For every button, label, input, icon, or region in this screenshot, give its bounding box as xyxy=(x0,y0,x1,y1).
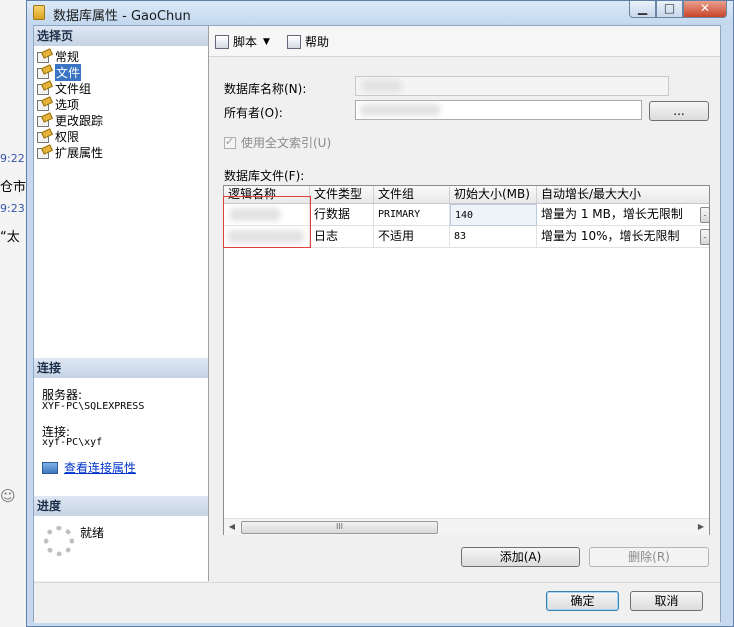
page-label: 文件组 xyxy=(55,81,92,96)
page-icon xyxy=(37,66,51,79)
database-icon xyxy=(33,5,45,20)
checkbox-box[interactable] xyxy=(224,135,236,149)
maximize-button[interactable]: □ xyxy=(656,1,683,18)
autogrowth-edit-button[interactable]: . xyxy=(700,207,709,223)
autogrowth-value: 增量为 1 MB，增长无限制 xyxy=(541,207,683,221)
page-item-general[interactable]: 常规 xyxy=(37,48,79,64)
page-item-permissions[interactable]: 权限 xyxy=(37,128,79,144)
owner-field[interactable] xyxy=(355,100,642,120)
page-label: 扩展属性 xyxy=(55,145,104,160)
database-properties-window: 数据库属性 - GaoChun ▁ □ ✕ 选择页 常规 文件 文件组 选项 更… xyxy=(26,0,734,627)
scroll-left-icon[interactable]: ◀ xyxy=(224,519,240,535)
column-header-initial-size[interactable]: 初始大小(MB) xyxy=(450,186,537,204)
remove-button[interactable]: 删除(R) xyxy=(589,547,709,567)
view-connection-properties[interactable]: 查看连接属性 xyxy=(42,459,136,476)
page-label: 文件 xyxy=(55,63,82,81)
column-header-autogrowth[interactable]: 自动增长/最大大小 xyxy=(537,186,709,204)
close-button[interactable]: ✕ xyxy=(683,1,727,18)
ok-button[interactable]: 确定 xyxy=(546,591,619,611)
page-label: 常规 xyxy=(55,49,80,64)
bg-text-1: 仓市 xyxy=(0,180,27,195)
page-item-extended-properties[interactable]: 扩展属性 xyxy=(37,144,103,160)
chevron-down-icon[interactable]: ▼ xyxy=(263,37,270,47)
help-icon xyxy=(287,34,301,49)
page-item-files[interactable]: 文件 xyxy=(37,63,82,81)
file-type-cell[interactable]: 行数据 xyxy=(310,204,374,226)
page-label: 选项 xyxy=(55,97,80,112)
page-icon xyxy=(37,114,51,127)
help-button[interactable]: 帮助 xyxy=(287,33,329,50)
page-item-filegroups[interactable]: 文件组 xyxy=(37,80,91,96)
progress-status: 就绪 xyxy=(80,526,105,540)
connection-value: xyf-PC\xyf xyxy=(42,437,103,448)
connection-properties-icon xyxy=(42,461,58,474)
right-panel: 脚本 ▼ 帮助 数据库名称(N): 所有者(O): ... ✓ 使用全文索引(U… xyxy=(209,26,720,581)
page-icon xyxy=(37,130,51,143)
fulltext-checkbox[interactable]: 使用全文索引(U) xyxy=(224,134,331,151)
autogrowth-edit-button[interactable]: . xyxy=(700,229,709,245)
redacted-blur xyxy=(360,104,440,116)
scroll-thumb[interactable]: III xyxy=(241,521,438,534)
db-name-field[interactable] xyxy=(355,76,669,96)
script-button[interactable]: 脚本 ▼ xyxy=(215,33,270,50)
bg-time-1: 9:22 xyxy=(0,152,25,165)
page-item-options[interactable]: 选项 xyxy=(37,96,79,112)
progress-header: 进度 xyxy=(34,496,208,516)
autogrowth-cell[interactable]: 增量为 1 MB，增长无限制 xyxy=(537,204,709,226)
page-icon xyxy=(37,146,51,159)
toolbar: 脚本 ▼ 帮助 xyxy=(209,26,720,57)
dialog-footer: 确定 取消 xyxy=(34,582,720,623)
redacted-blur xyxy=(362,80,402,92)
progress-spinner-icon xyxy=(44,526,74,556)
annotation-box xyxy=(223,196,311,248)
page-icon xyxy=(37,50,51,63)
left-panel: 选择页 常规 文件 文件组 选项 更改跟踪 权限 扩展属性 连接 服务器: XY… xyxy=(34,26,209,581)
bg-text-2: “太 xyxy=(0,230,20,245)
column-header-file-type[interactable]: 文件类型 xyxy=(310,186,374,204)
filegroup-cell[interactable]: PRIMARY xyxy=(374,204,450,226)
connection-header: 连接 xyxy=(34,358,208,378)
owner-label: 所有者(O): xyxy=(224,106,283,120)
page-label: 更改跟踪 xyxy=(55,113,104,128)
horizontal-scrollbar[interactable]: ◀ III ▶ xyxy=(224,518,709,535)
title-bar[interactable]: 数据库属性 - GaoChun ▁ □ ✕ xyxy=(27,1,733,25)
file-type-cell[interactable]: 日志 xyxy=(310,226,374,248)
server-value: XYF-PC\SQLEXPRESS xyxy=(42,401,145,412)
initial-size-cell[interactable]: 140 xyxy=(450,204,537,226)
script-label: 脚本 xyxy=(233,35,258,49)
add-button[interactable]: 添加(A) xyxy=(461,547,580,567)
window-controls: ▁ □ ✕ xyxy=(629,1,727,19)
column-header-filegroup[interactable]: 文件组 xyxy=(374,186,450,204)
page-label: 权限 xyxy=(55,129,80,144)
db-name-label: 数据库名称(N): xyxy=(224,82,307,96)
db-files-label: 数据库文件(F): xyxy=(224,169,305,183)
window-title: 数据库属性 - GaoChun xyxy=(53,9,191,24)
cancel-button[interactable]: 取消 xyxy=(630,591,703,611)
fulltext-label: 使用全文索引(U) xyxy=(241,136,332,150)
filegroup-cell[interactable]: 不适用 xyxy=(374,226,450,248)
scroll-right-icon[interactable]: ▶ xyxy=(693,519,709,535)
select-page-header: 选择页 xyxy=(34,26,208,46)
page-icon xyxy=(37,82,51,95)
autogrowth-cell[interactable]: 增量为 10%，增长无限制 xyxy=(537,226,709,248)
emoji-icon[interactable]: ☺ xyxy=(0,487,16,505)
page-icon xyxy=(37,98,51,111)
script-icon xyxy=(215,34,229,49)
owner-browse-button[interactable]: ... xyxy=(649,101,709,121)
dialog-client: 选择页 常规 文件 文件组 选项 更改跟踪 权限 扩展属性 连接 服务器: XY… xyxy=(33,25,721,623)
view-connection-link[interactable]: 查看连接属性 xyxy=(64,459,136,476)
page-item-change-tracking[interactable]: 更改跟踪 xyxy=(37,112,103,128)
minimize-button[interactable]: ▁ xyxy=(629,1,656,18)
bg-time-2: 9:23 xyxy=(0,202,25,215)
autogrowth-value: 增量为 10%，增长无限制 xyxy=(541,229,680,243)
initial-size-cell[interactable]: 83 xyxy=(450,226,537,248)
help-label: 帮助 xyxy=(305,35,330,49)
